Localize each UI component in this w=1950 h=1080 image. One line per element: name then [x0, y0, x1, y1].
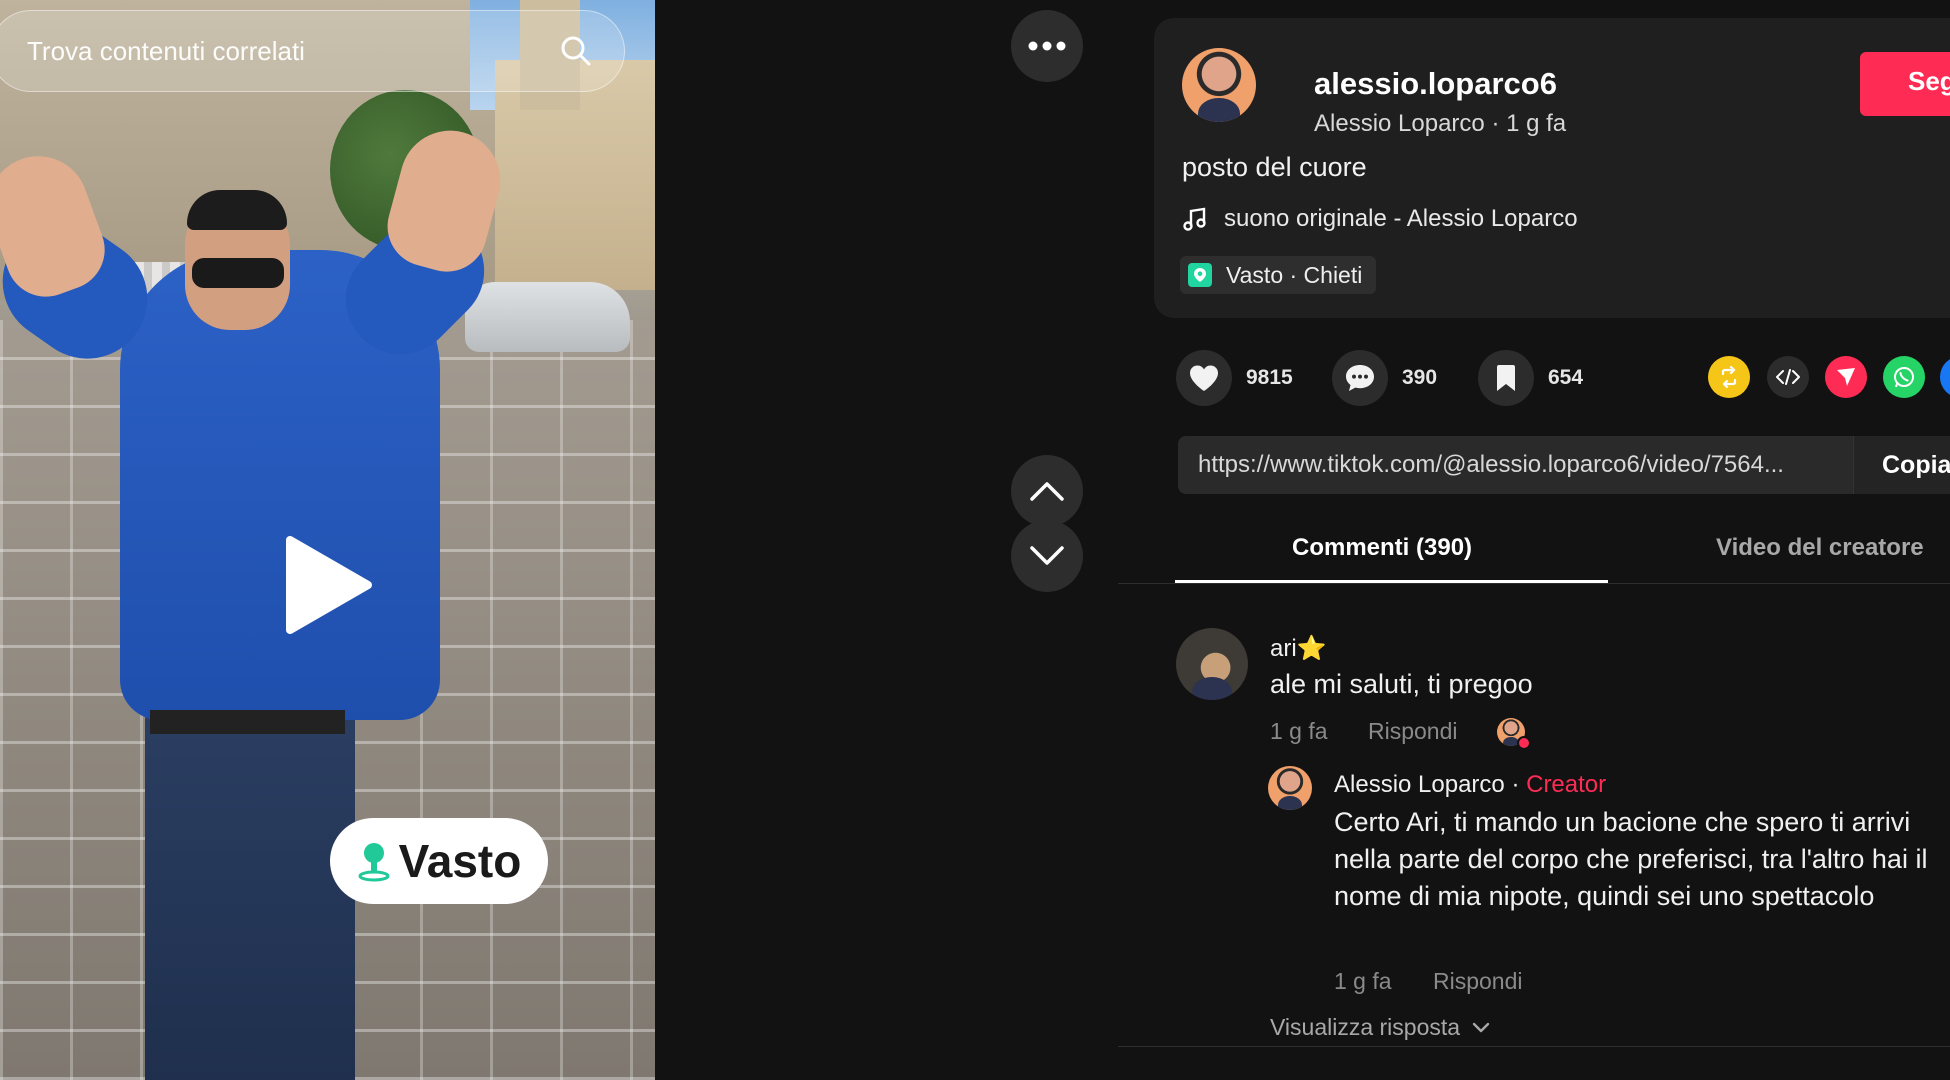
music-note-icon: [1183, 207, 1206, 231]
creator-badge: Creator: [1526, 771, 1607, 798]
chevron-down-icon: [1472, 1022, 1490, 1032]
music-link[interactable]: suono originale - Alessio Loparco: [1182, 205, 1578, 233]
reply-text: Certo Ari, ti mando un bacione che spero…: [1334, 807, 1928, 911]
reply-author-avatar[interactable]: [1268, 766, 1312, 810]
reply-author-name[interactable]: Alessio Loparco: [1334, 771, 1505, 798]
active-tab-indicator: [1175, 580, 1608, 583]
chevron-up-icon: [1030, 482, 1064, 501]
tab-creator-videos[interactable]: Video del creatore: [1716, 534, 1924, 562]
comment-text: ale mi saluti, ti pregoo: [1270, 669, 1533, 699]
next-video-button[interactable]: [1011, 520, 1083, 592]
bookmark-icon: [1478, 350, 1534, 406]
play-icon[interactable]: [268, 530, 378, 640]
video-player[interactable]: Trova contenuti correlati Vasto: [0, 0, 655, 1080]
like-count: 9815: [1246, 366, 1293, 389]
comment-time: 1 g fa: [1270, 718, 1328, 744]
commenter-avatar[interactable]: [1176, 628, 1248, 700]
comments-bottom-divider: [1118, 1046, 1950, 1047]
liked-by-creator-heart-icon: [1517, 736, 1531, 750]
save-button[interactable]: 654: [1478, 350, 1583, 406]
related-search-input[interactable]: Trova contenuti correlati: [0, 10, 625, 92]
tiktok-video-page: Trova contenuti correlati Vasto alessio.…: [0, 0, 1950, 1080]
embed-icon[interactable]: [1767, 356, 1809, 398]
more-dots-icon: [1028, 41, 1066, 51]
whatsapp-icon[interactable]: [1883, 356, 1925, 398]
author-display-name: Alessio Loparco: [1314, 110, 1485, 137]
location-tag[interactable]: Vasto · Chieti: [1180, 256, 1377, 294]
video-link-bar: https://www.tiktok.com/@alessio.loparco6…: [1178, 436, 1950, 494]
reply-author-line: Alessio Loparco · Creator: [1334, 771, 1606, 799]
follow-button[interactable]: Seg: [1860, 52, 1950, 116]
location-label: Vasto · Chieti: [1226, 261, 1363, 288]
location-pin-icon: [1188, 263, 1212, 287]
post-time: 1 g fa: [1506, 110, 1567, 137]
author-username[interactable]: alessio.loparco6: [1314, 66, 1557, 102]
send-icon[interactable]: [1825, 356, 1867, 398]
comment-count: 390: [1402, 366, 1438, 389]
post-description: posto del cuore: [1182, 152, 1367, 182]
tab-comments[interactable]: Commenti (390): [1292, 534, 1472, 562]
comment-icon: [1332, 350, 1388, 406]
chevron-down-icon: [1030, 546, 1064, 565]
pin-icon: [358, 843, 390, 882]
search-placeholder: Trova contenuti correlati: [27, 35, 305, 66]
like-button[interactable]: 9815: [1176, 350, 1293, 406]
reply-reply-button[interactable]: Rispondi: [1433, 968, 1523, 995]
music-title: suono originale - Alessio Loparco: [1224, 205, 1578, 232]
location-sticker: Vasto: [330, 818, 548, 904]
search-icon[interactable]: [556, 31, 596, 71]
copy-link-button[interactable]: Copia: [1853, 436, 1950, 494]
author-subline: Alessio Loparco · 1 g fa: [1314, 110, 1566, 138]
author-avatar[interactable]: [1182, 48, 1256, 122]
commenter-name[interactable]: ari⭐: [1270, 634, 1327, 663]
view-replies-button[interactable]: Visualizza risposta: [1270, 1014, 1490, 1041]
more-options-button[interactable]: [1011, 10, 1083, 82]
save-count: 654: [1548, 366, 1584, 389]
subline-separator: ·: [1491, 110, 1500, 137]
comment-button[interactable]: 390: [1332, 350, 1437, 406]
tabs-divider: [1118, 583, 1950, 584]
repost-icon[interactable]: [1708, 356, 1750, 398]
previous-video-button[interactable]: [1011, 455, 1083, 527]
reply-separator: ·: [1511, 771, 1520, 798]
comment-reply-button[interactable]: Rispondi: [1368, 718, 1458, 745]
sticker-text: Vasto: [398, 835, 522, 887]
view-replies-label: Visualizza risposta: [1270, 1014, 1461, 1040]
reply-time: 1 g fa: [1334, 968, 1392, 994]
video-link-text[interactable]: https://www.tiktok.com/@alessio.loparco6…: [1198, 451, 1848, 479]
heart-icon: [1176, 350, 1232, 406]
